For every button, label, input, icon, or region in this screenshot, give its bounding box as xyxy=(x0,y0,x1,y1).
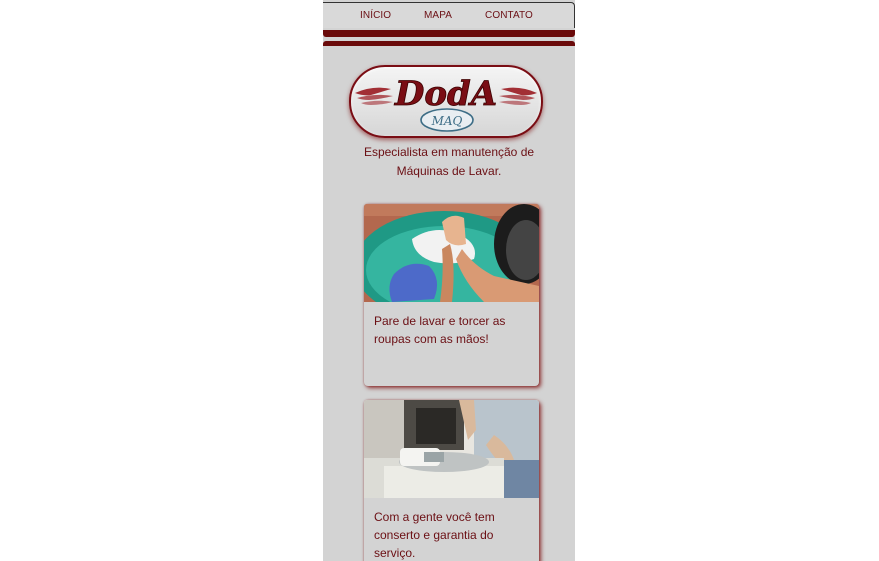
logo-sub-text: MAQ xyxy=(431,114,463,128)
page-container: INÍCIO MAPA CONTATO DodA MAQ Especialist… xyxy=(323,0,575,561)
promo-card-text: Pare de lavar e torcer as roupas com as … xyxy=(374,314,506,346)
promo-card: Com a gente você tem conserto e garantia… xyxy=(364,400,539,561)
dodamaq-logo[interactable]: DodA MAQ xyxy=(349,65,543,138)
washing-machine-repair-photo xyxy=(364,400,539,498)
nav-link-inicio[interactable]: INÍCIO xyxy=(360,10,391,21)
header-divider-bar-lower xyxy=(323,41,575,46)
tagline: Especialista em manutenção de Máquinas d… xyxy=(363,145,535,178)
nav-link-contato[interactable]: CONTATO xyxy=(485,10,533,21)
nav-link-mapa[interactable]: MAPA xyxy=(424,10,452,21)
hand-washing-photo xyxy=(364,204,539,302)
promo-card-text: Com a gente você tem conserto e garantia… xyxy=(374,510,495,560)
header-divider-bar xyxy=(323,30,575,37)
top-nav: INÍCIO MAPA CONTATO xyxy=(323,2,575,28)
logo-graphic: DodA MAQ xyxy=(355,74,537,132)
promo-card: Pare de lavar e torcer as roupas com as … xyxy=(364,204,539,386)
logo-brand-text: DodA xyxy=(394,74,497,114)
